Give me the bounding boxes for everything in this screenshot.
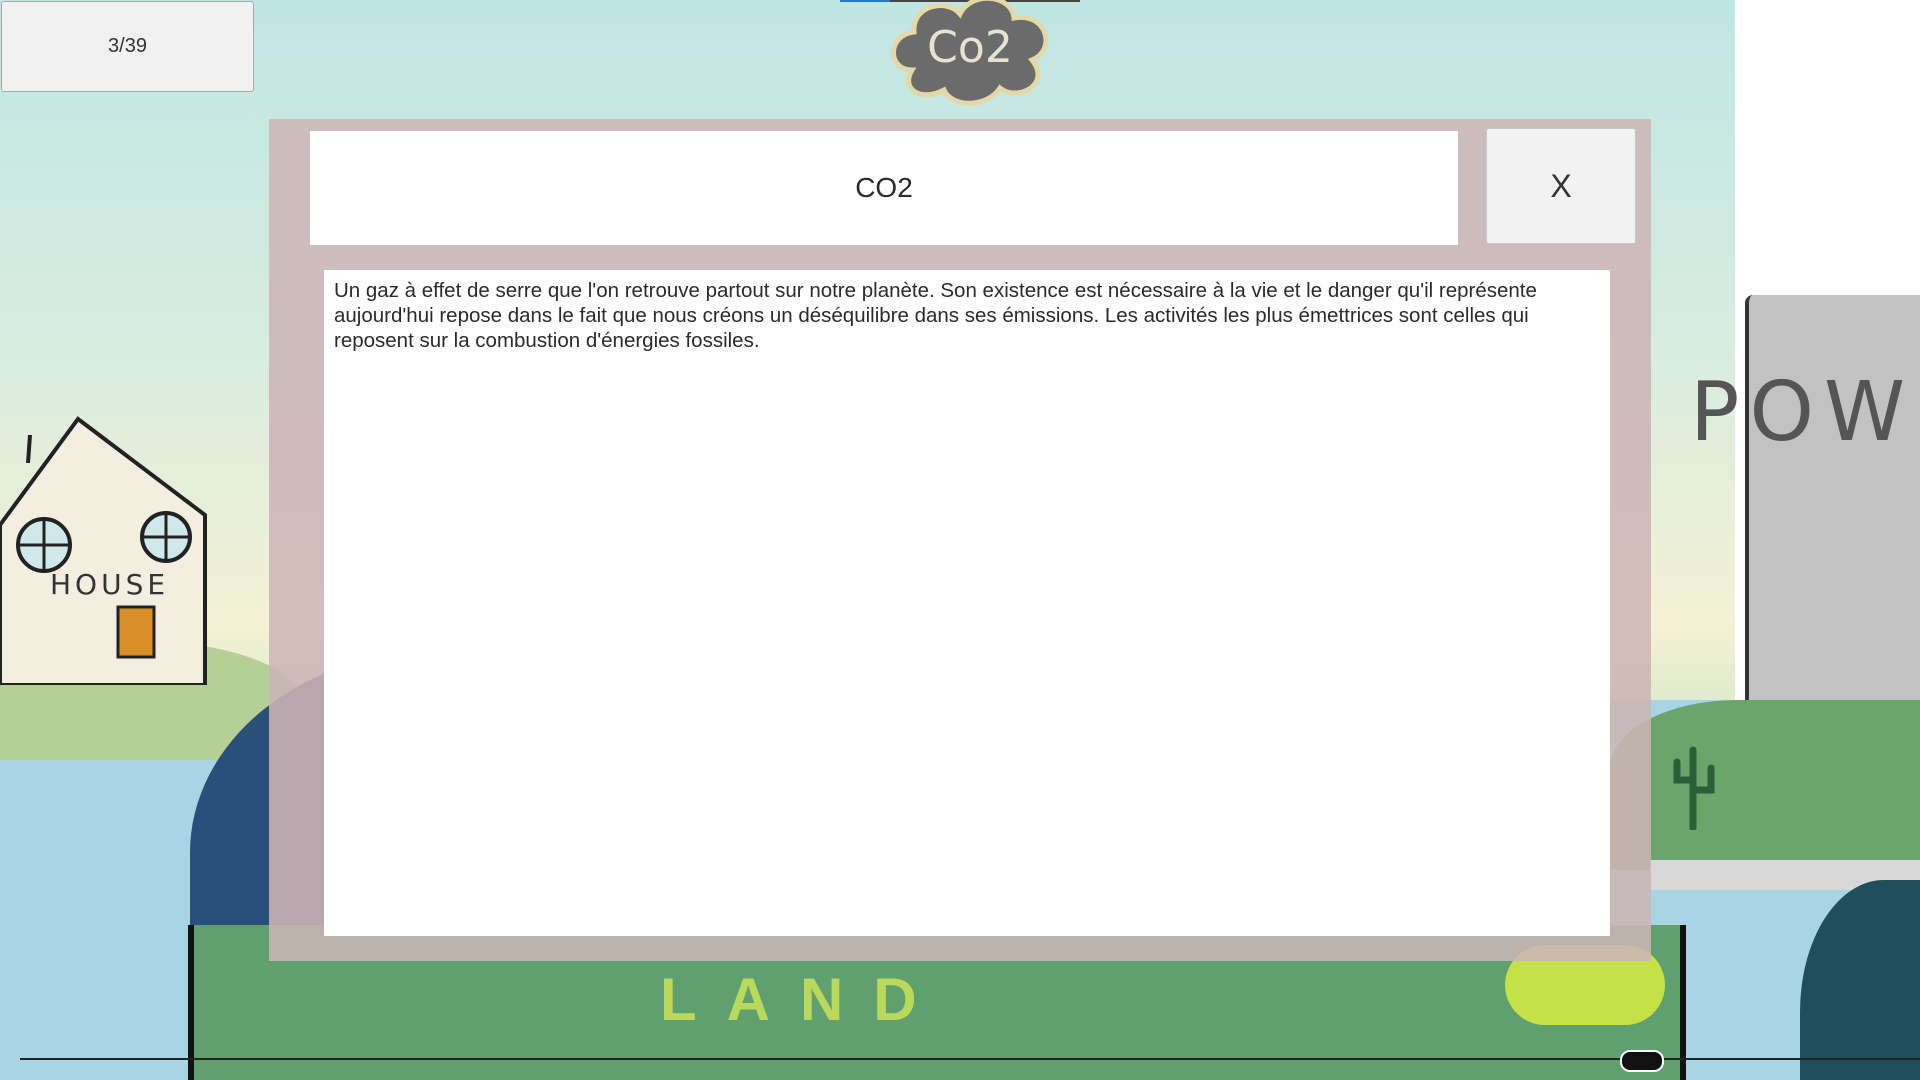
power-plant-label: POW — [1690, 365, 1916, 460]
game-stage: POW HOUSE LAND Co2 3/39 CO2 X Un gaz à e… — [0, 0, 1920, 1080]
co2-cloud-icon[interactable]: Co2 — [882, 0, 1058, 108]
close-icon: X — [1550, 167, 1572, 204]
house-label: HOUSE — [50, 568, 170, 601]
cactus-icon — [1673, 746, 1715, 830]
right-field — [1610, 700, 1920, 870]
info-popup: CO2 X Un gaz à effet de serre que l'on r… — [269, 119, 1651, 961]
progress-counter-text: 3/39 — [108, 35, 147, 57]
co2-cloud-label: Co2 — [927, 22, 1013, 73]
timeline-handle[interactable] — [1620, 1050, 1664, 1072]
house-building[interactable] — [0, 415, 250, 685]
close-button[interactable]: X — [1486, 128, 1636, 244]
progress-counter: 3/39 — [1, 1, 254, 92]
popup-description: Un gaz à effet de serre que l'on retrouv… — [334, 279, 1537, 352]
land-label: LAND — [660, 966, 947, 1033]
popup-title-box: CO2 — [310, 131, 1458, 245]
popup-title: CO2 — [855, 172, 913, 203]
popup-description-box: Un gaz à effet de serre que l'on retrouv… — [324, 270, 1610, 936]
power-plant-building[interactable] — [1745, 295, 1920, 735]
